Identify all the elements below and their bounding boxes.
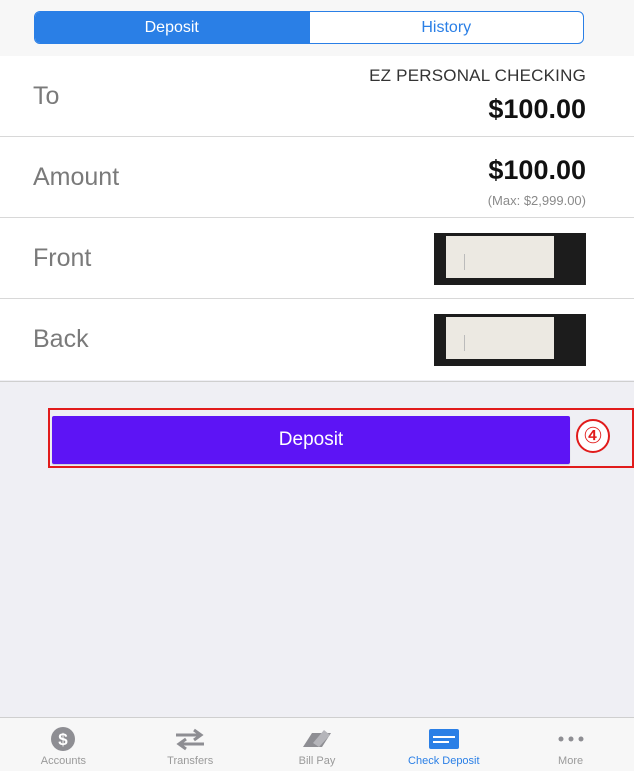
deposit-button[interactable]: Deposit bbox=[52, 416, 570, 464]
tab-deposit[interactable]: Deposit bbox=[35, 12, 309, 43]
more-icon bbox=[556, 726, 586, 752]
tab-label: Bill Pay bbox=[298, 755, 336, 767]
back-row[interactable]: Back bbox=[0, 299, 634, 380]
transfer-arrows-icon bbox=[172, 726, 208, 752]
check-paper-image bbox=[446, 317, 554, 359]
svg-text:$: $ bbox=[59, 730, 69, 749]
deposit-form: To EZ PERSONAL CHECKING $100.00 Amount $… bbox=[0, 56, 634, 380]
back-label: Back bbox=[33, 325, 89, 353]
to-row[interactable]: To EZ PERSONAL CHECKING $100.00 bbox=[0, 56, 634, 137]
dollar-circle-icon: $ bbox=[49, 726, 77, 752]
tab-bill-pay[interactable]: Bill Pay bbox=[254, 718, 381, 771]
bill-pay-icon bbox=[300, 726, 334, 752]
bottom-tab-bar: $ Accounts Transfers Bill Pay Check Depo… bbox=[0, 717, 634, 771]
segmented-control-bar: Deposit History bbox=[0, 0, 634, 56]
amount-max-text: (Max: $2,999.00) bbox=[487, 193, 586, 208]
tab-label: Check Deposit bbox=[408, 755, 480, 767]
front-row[interactable]: Front bbox=[0, 218, 634, 299]
segmented-control: Deposit History bbox=[34, 11, 584, 44]
tab-more[interactable]: More bbox=[507, 718, 634, 771]
amount-value: $100.00 bbox=[488, 155, 586, 185]
tab-label: Transfers bbox=[167, 755, 214, 767]
account-balance: $100.00 bbox=[488, 94, 586, 124]
tab-accounts[interactable]: $ Accounts bbox=[0, 718, 127, 771]
amount-label: Amount bbox=[33, 163, 120, 191]
back-check-thumbnail[interactable] bbox=[434, 314, 586, 366]
front-label: Front bbox=[33, 244, 92, 272]
tab-label: Accounts bbox=[40, 755, 87, 767]
tab-transfers[interactable]: Transfers bbox=[127, 718, 254, 771]
front-check-thumbnail[interactable] bbox=[434, 233, 586, 285]
tab-history[interactable]: History bbox=[308, 12, 584, 43]
annotation-step-number: ④ bbox=[576, 419, 610, 453]
amount-row[interactable]: Amount $100.00 (Max: $2,999.00) bbox=[0, 137, 634, 218]
to-label: To bbox=[33, 82, 60, 110]
account-name: EZ PERSONAL CHECKING bbox=[369, 66, 586, 85]
tab-label: More bbox=[558, 755, 584, 767]
tab-check-deposit[interactable]: Check Deposit bbox=[380, 718, 507, 771]
check-paper-image bbox=[446, 236, 554, 278]
check-deposit-icon bbox=[428, 726, 460, 752]
divider bbox=[0, 381, 634, 382]
